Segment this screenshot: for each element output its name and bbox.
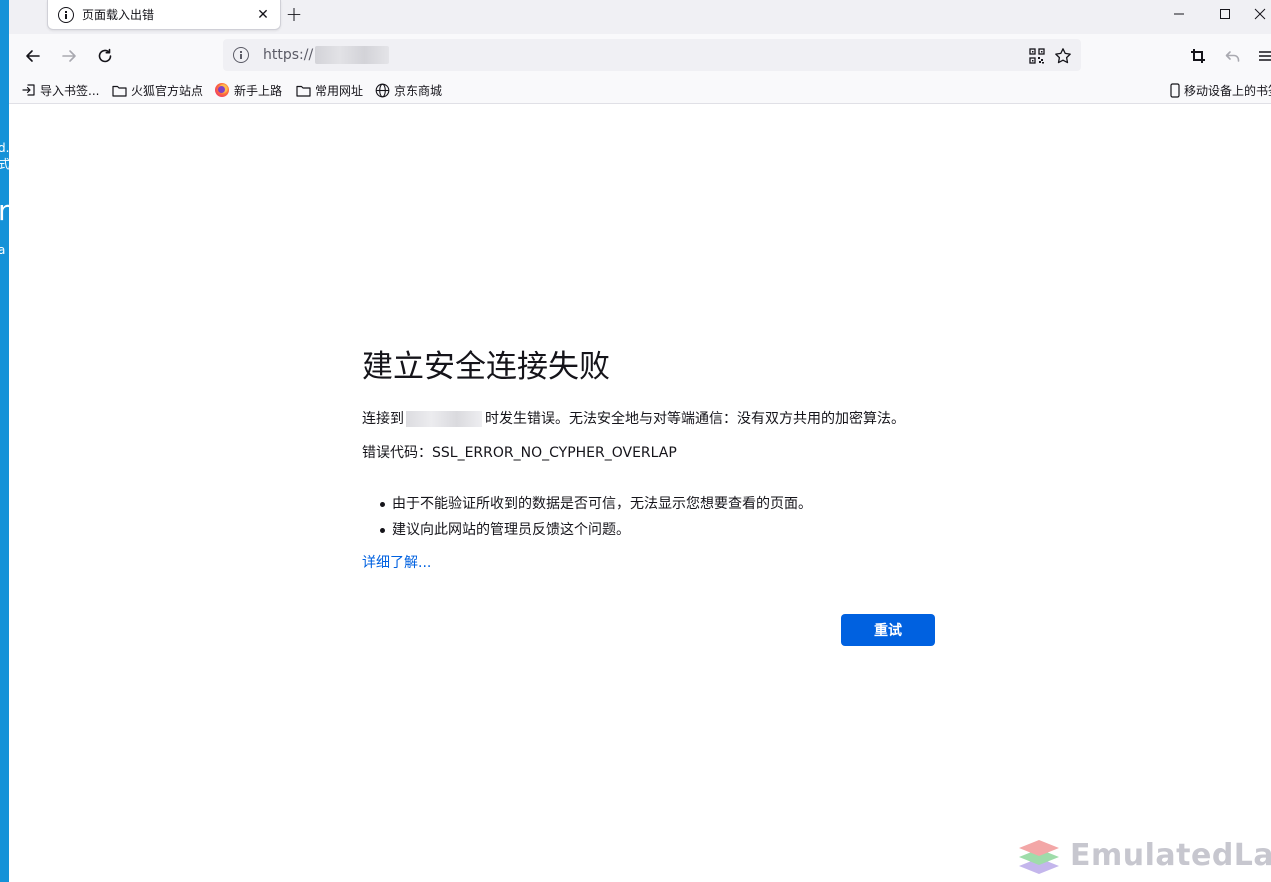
qr-code-button[interactable] (1027, 46, 1047, 66)
bookmarks-toolbar: 导入书签... 火狐官方站点 新手上路 常用网址 京东商城 移动设备上的书签 (9, 76, 1271, 104)
error-code-label: 错误代码： (362, 445, 432, 461)
tab-error-page[interactable]: 页面载入出错 ✕ (47, 0, 281, 30)
watermark-text: EmulatedLab (1070, 837, 1271, 873)
screenshot-button[interactable] (1184, 42, 1212, 70)
undo-button[interactable] (1219, 42, 1247, 70)
error-desc-after: 时发生错误。无法安全地与对等端通信：没有双方共用的加密算法。 (485, 411, 905, 427)
maximize-icon (1220, 9, 1230, 19)
error-desc-before: 连接到 (362, 411, 404, 427)
mobile-bookmarks-label: 移动设备上的书签 (1184, 83, 1271, 98)
menu-button[interactable] (1254, 42, 1271, 70)
undo-icon (1225, 51, 1240, 62)
list-item: 由于不能验证所收到的数据是否可信，无法显示您想要查看的页面。 (362, 491, 942, 517)
error-code-line: 错误代码：SSL_ERROR_NO_CYPHER_OVERLAP (362, 443, 942, 463)
url-redacted (315, 46, 390, 64)
crop-icon (1191, 49, 1205, 63)
navigation-toolbar: https:// (9, 34, 1271, 76)
watermark: EmulatedLab (1016, 836, 1271, 874)
desktop-label-fragment: d.. (0, 141, 9, 155)
tab-close-icon[interactable]: ✕ (254, 6, 272, 24)
retry-button[interactable]: 重试 (841, 614, 935, 646)
close-window-button[interactable] (1248, 0, 1271, 28)
layers-logo-icon (1019, 840, 1059, 874)
bookmark-label: 常用网址 (315, 83, 364, 98)
arrow-left-icon (26, 50, 40, 62)
star-icon (1055, 48, 1071, 64)
list-item: 建议向此网站的管理员反馈这个问题。 (362, 517, 942, 543)
url-bar[interactable]: https:// (223, 39, 1081, 71)
qr-code-icon (1029, 48, 1045, 64)
browser-window: 页面载入出错 ✕ + https:// 导入书签... 火狐官方站点 新手上路 … (9, 0, 1271, 882)
url-text: https:// (263, 47, 314, 63)
maximize-button[interactable] (1202, 0, 1248, 28)
error-bullet-list: 由于不能验证所收到的数据是否可信，无法显示您想要查看的页面。 建议向此网站的管理… (362, 491, 942, 543)
reload-button[interactable] (91, 42, 119, 70)
host-redacted (406, 411, 482, 427)
tab-strip: 页面载入出错 ✕ + (9, 0, 1271, 34)
forward-button[interactable] (55, 42, 83, 70)
error-description: 连接到 时发生错误。无法安全地与对等端通信：没有双方共用的加密算法。 (362, 409, 942, 429)
mobile-device-icon (1170, 82, 1180, 98)
mobile-bookmarks[interactable]: 移动设备上的书签 (1170, 81, 1271, 99)
minimize-button[interactable] (1156, 0, 1202, 28)
desktop-label-fragment: 式 (0, 157, 9, 171)
bookmark-label: 新手上路 (234, 83, 283, 98)
globe-icon (375, 83, 390, 97)
bookmark-star-button[interactable] (1053, 46, 1073, 66)
bookmark-common-sites[interactable]: 常用网址 (296, 81, 363, 99)
folder-icon (112, 85, 127, 97)
folder-icon (296, 85, 311, 97)
bookmark-firefox-site[interactable]: 火狐官方站点 (112, 81, 203, 99)
error-page-content: 建立安全连接失败 连接到 时发生错误。无法安全地与对等端通信：没有双方共用的加密… (362, 345, 942, 646)
page-title: 建立安全连接失败 (362, 349, 610, 385)
bookmark-label: 导入书签... (40, 83, 100, 98)
bookmark-label: 火狐官方站点 (131, 83, 204, 98)
desktop-label-fragment: n (0, 194, 9, 227)
bookmark-getting-started[interactable]: 新手上路 (215, 81, 282, 99)
arrow-right-icon (62, 50, 76, 62)
error-code: SSL_ERROR_NO_CYPHER_OVERLAP (432, 445, 677, 461)
site-info-icon[interactable] (233, 47, 249, 63)
import-icon (22, 84, 35, 96)
back-button[interactable] (19, 42, 47, 70)
bookmark-jd-mall[interactable]: 京东商城 (375, 81, 442, 99)
bookmark-label: 京东商城 (394, 83, 443, 98)
bookmark-import[interactable]: 导入书签... (22, 81, 99, 99)
reload-icon (98, 48, 112, 63)
tab-title: 页面载入出错 (82, 8, 155, 22)
hamburger-menu-icon (1258, 51, 1271, 61)
new-tab-button[interactable]: + (283, 2, 305, 26)
info-icon (58, 6, 74, 23)
desktop-background: d.. 式 n a (0, 0, 9, 882)
minimize-icon (1174, 13, 1184, 15)
learn-more-link[interactable]: 详细了解... (362, 553, 431, 573)
desktop-label-fragment: a (0, 243, 6, 257)
firefox-icon (215, 83, 229, 97)
close-icon (1254, 8, 1265, 20)
